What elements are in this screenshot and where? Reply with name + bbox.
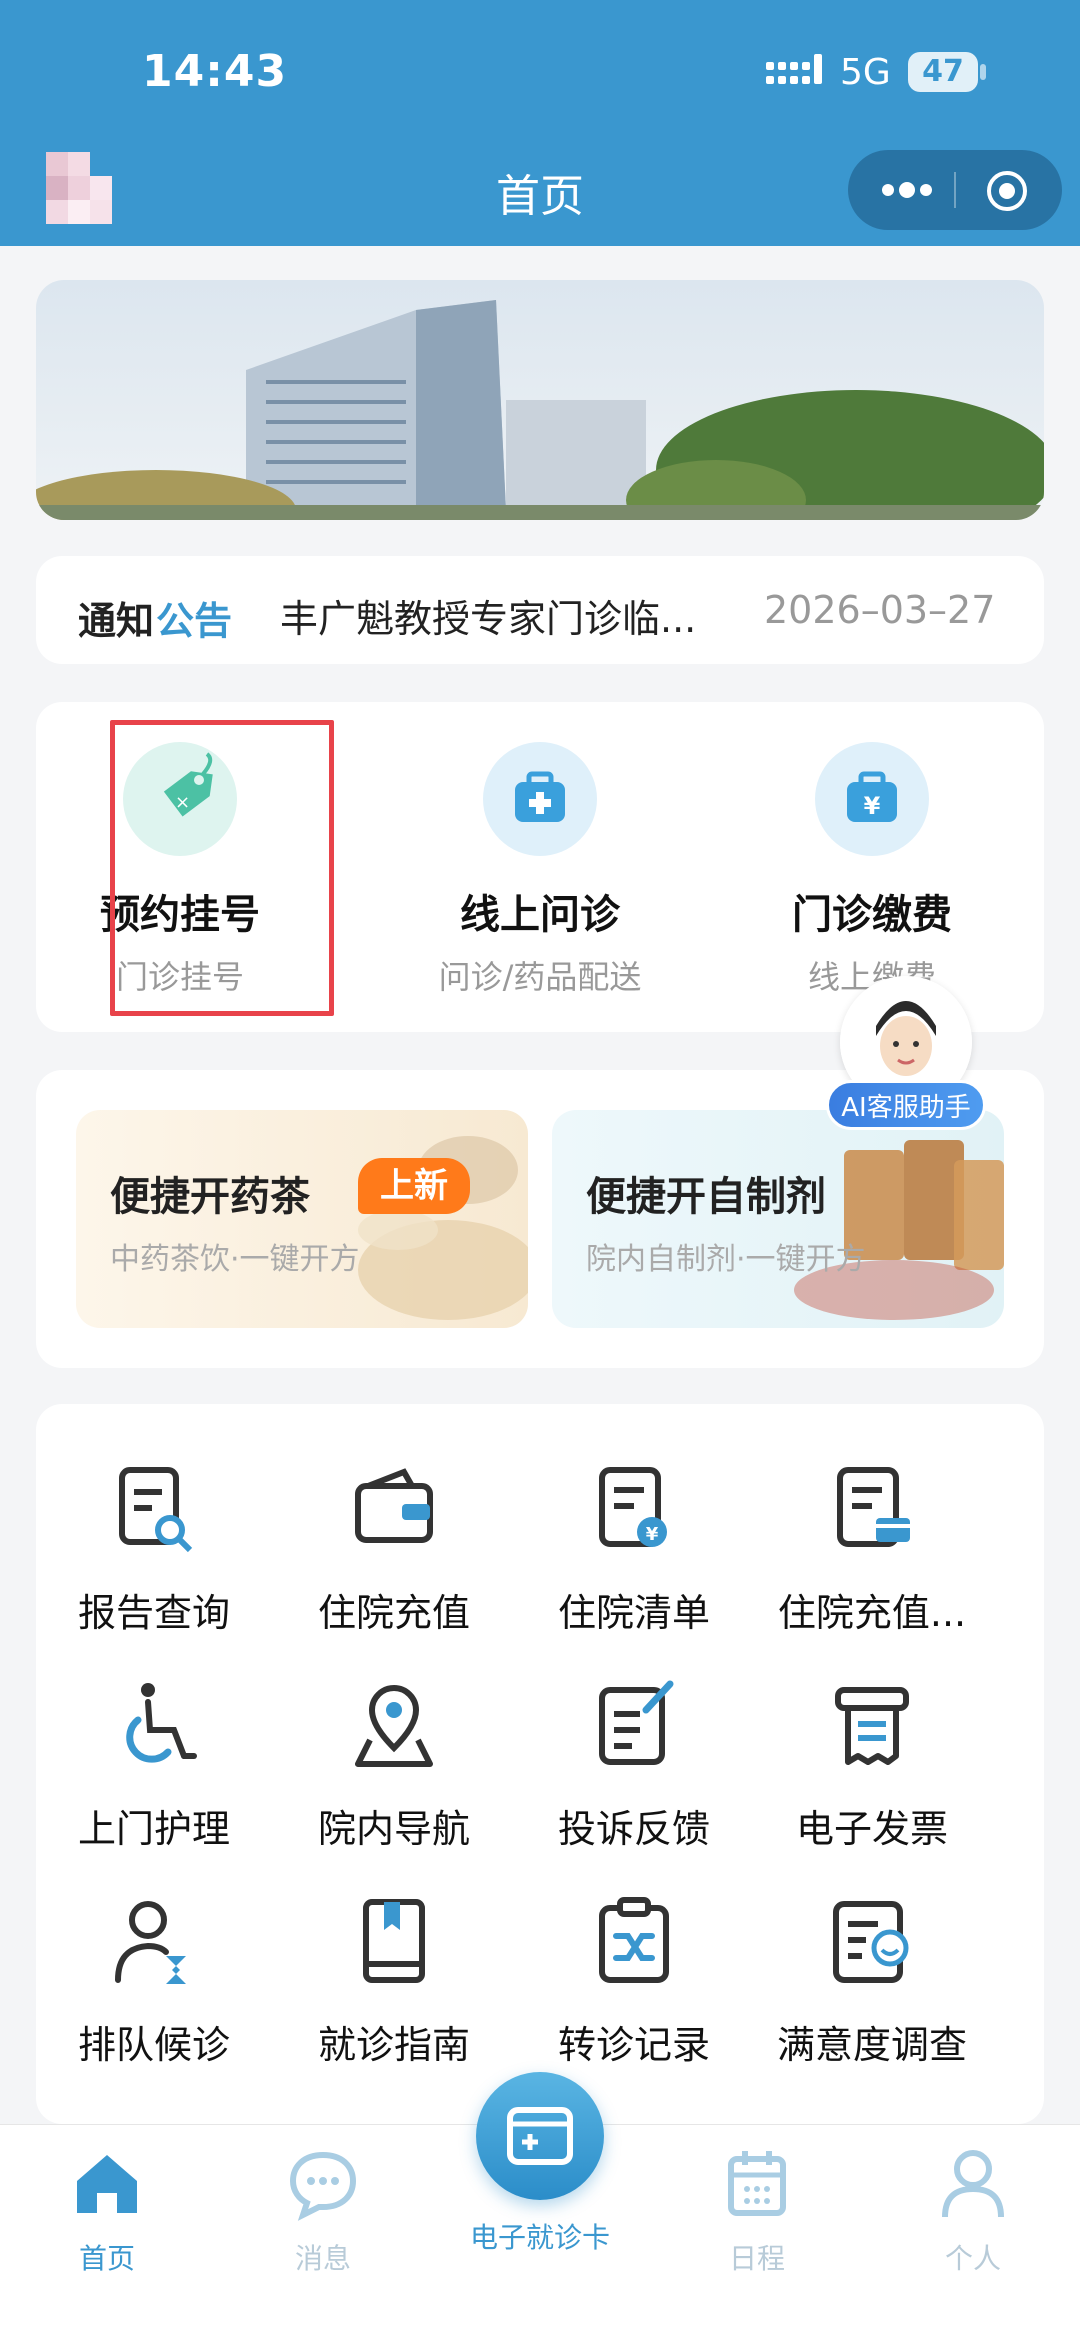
grid-label: 转诊记录: [557, 2023, 710, 2067]
top-bar: 14:43 5G 47 首页: [0, 0, 1080, 246]
promo-title: 便捷开药茶: [110, 1174, 310, 1220]
battery-icon: 47: [908, 52, 978, 92]
promo-subtitle: 中药茶饮·一键开方: [110, 1242, 360, 1277]
tab-label: 消息: [294, 2242, 351, 2275]
grid-item-navigation[interactable]: 院内导航: [274, 1676, 514, 1853]
grid-item-guide[interactable]: 就诊指南: [274, 1892, 514, 2069]
report-search-icon: [119, 1467, 193, 1553]
grid-item-inpatient-recharge[interactable]: 住院充值: [274, 1460, 514, 1637]
wheelchair-icon: [126, 1683, 197, 1763]
medical-card-button[interactable]: [476, 2072, 604, 2200]
grid-label: 院内导航: [317, 1807, 470, 1851]
person-icon: [942, 2150, 1004, 2218]
tab-schedule[interactable]: 日程: [672, 2145, 842, 2277]
smile-survey-icon: [833, 1901, 909, 1983]
tab-label: 日程: [728, 2242, 785, 2275]
service-online-consult[interactable]: 线上问诊 问诊/药品配送: [390, 742, 690, 998]
receipt-icon: [835, 1687, 909, 1765]
transfer-clipboard-icon: [599, 1897, 669, 1983]
grid-item-inpatient-recharge-more[interactable]: 住院充值...: [752, 1460, 992, 1637]
grid-item-e-invoice[interactable]: 电子发票: [752, 1676, 992, 1853]
grid-label: 满意度调查: [776, 2023, 967, 2067]
promo-title: 便捷开自制剂: [586, 1174, 826, 1220]
notice-label-part1: 通知: [78, 599, 155, 643]
svg-text:¥: ¥: [864, 792, 881, 820]
grid-label: 住院清单: [557, 1591, 710, 1635]
hospital-banner[interactable]: [36, 280, 1044, 520]
notice-label-part2: 公告: [156, 599, 233, 643]
user-hourglass-icon: [115, 1901, 186, 1984]
service-subtitle: 问诊/药品配送: [438, 958, 642, 996]
tab-medical-card-label[interactable]: 电子就诊卡: [440, 2216, 640, 2256]
home-icon: [77, 2155, 137, 2213]
hospital-building-image: [36, 280, 1044, 520]
tab-messages[interactable]: 消息: [238, 2145, 408, 2277]
edit-document-icon: [599, 1680, 674, 1765]
notice-text[interactable]: 丰广魁教授专家门诊临...: [280, 588, 740, 643]
grid-label: 住院充值: [317, 1591, 470, 1635]
signal-icon: [766, 54, 822, 84]
ai-assistant-label: AI客服助手: [826, 1080, 986, 1130]
grid-item-referral[interactable]: 转诊记录: [514, 1892, 754, 2069]
guide-book-icon: [363, 1899, 425, 1983]
grid-label: 上门护理: [77, 1807, 230, 1851]
location-pin-icon: [355, 1685, 433, 1767]
wallet-icon: [355, 1468, 433, 1543]
grid-label: 报告查询: [77, 1591, 230, 1635]
svg-text:¥: ¥: [646, 1524, 659, 1545]
service-title: 线上问诊: [460, 892, 620, 938]
capsule-menu[interactable]: [848, 150, 1062, 230]
card-document-icon: [837, 1467, 910, 1547]
status-time: 14:43: [142, 46, 288, 97]
grid-label: 投诉反馈: [557, 1807, 710, 1851]
grid-item-home-care[interactable]: 上门护理: [34, 1676, 274, 1853]
chat-icon: [289, 2151, 357, 2221]
promo-subtitle: 院内自制剂·一键开方: [586, 1242, 866, 1277]
medical-kit-icon: [483, 742, 597, 856]
grid-item-feedback[interactable]: 投诉反馈: [514, 1676, 754, 1853]
notice-date: 2026–03–27: [764, 588, 996, 632]
network-type: 5G: [840, 52, 891, 93]
grid-item-report[interactable]: 报告查询: [34, 1460, 274, 1637]
calendar-icon: [728, 2151, 786, 2216]
battery-nub: [980, 64, 986, 80]
medical-card-icon: [507, 2107, 573, 2165]
new-badge: 上新: [358, 1158, 470, 1214]
grid-item-queue[interactable]: 排队候诊: [34, 1892, 274, 2069]
payment-kit-icon: ¥: [815, 742, 929, 856]
grid-item-inpatient-list[interactable]: ¥ 住院清单: [514, 1460, 754, 1637]
promo-herbal-tea[interactable]: 便捷开药茶 上新 中药茶饮·一键开方: [76, 1110, 528, 1328]
grid-label: 住院充值...: [777, 1591, 967, 1635]
service-title: 门诊缴费: [792, 892, 952, 938]
highlight-annotation-box: [110, 720, 334, 1016]
tab-home[interactable]: 首页: [22, 2145, 192, 2277]
tea-image: [358, 1136, 528, 1320]
grid-label: 排队候诊: [77, 2023, 230, 2067]
grid-label: 电子发票: [795, 1807, 948, 1851]
grid-label: 就诊指南: [317, 2023, 470, 2067]
function-grid: 报告查询 住院充值 ¥ 住院清单 住院充值... 上门护理 院内导航 投诉反馈 …: [36, 1404, 1044, 2124]
notice-bar[interactable]: 通知 公告 丰广魁教授专家门诊临... 2026–03–27: [36, 556, 1044, 664]
bill-list-icon: ¥: [599, 1467, 667, 1547]
tab-profile[interactable]: 个人: [888, 2145, 1058, 2277]
ai-assistant-button[interactable]: AI客服助手: [826, 976, 988, 1136]
tab-label: 个人: [944, 2242, 1001, 2275]
grid-item-survey[interactable]: 满意度调查: [752, 1892, 992, 2069]
service-outpatient-payment[interactable]: ¥ 门诊缴费 线上缴费: [722, 742, 1022, 998]
close-target-icon[interactable]: [986, 170, 1028, 212]
capsule-divider: [954, 172, 956, 208]
more-icon[interactable]: [878, 178, 936, 202]
tab-label: 首页: [78, 2242, 135, 2275]
promo-hospital-preparation[interactable]: 便捷开自制剂 院内自制剂·一键开方: [552, 1110, 1004, 1328]
